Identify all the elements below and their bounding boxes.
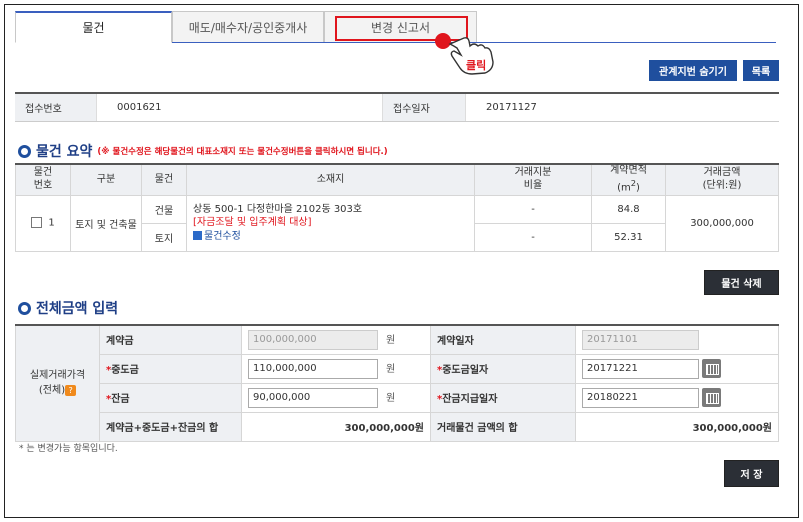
deposit-unit: 원 [386, 334, 396, 346]
actual-price-sub: (전체) [38, 385, 66, 397]
receipt-date-value: 20171127 [486, 102, 537, 113]
middle-date-input[interactable]: 20171221 [582, 358, 699, 379]
hide-share-button[interactable]: 관계지번 숨기기 [649, 60, 737, 81]
receipt-num-label: 접수번호 [15, 94, 97, 121]
middle-date-label: 중도금일자 [442, 365, 489, 376]
pointer-hand-icon [435, 33, 494, 75]
middle-payment-input[interactable]: 110,000,000 [248, 358, 378, 379]
calendar-icon[interactable] [702, 388, 721, 407]
sum-label: 계약금+중도금+잔금의 합 [99, 411, 242, 442]
col-price: 거래금액 (단위:원) [665, 163, 779, 196]
receipt-num-value: 0001621 [97, 94, 383, 121]
price-label: 거래금액 [703, 167, 741, 179]
section-bullet-icon [18, 144, 31, 158]
tab-parties[interactable]: 매도/매수자/공인중개사 [172, 11, 324, 43]
table-row: 1 토지 및 건축물 건물 상동 500-1 다정한마을 2102동 303호 … [15, 194, 779, 252]
middle-cell: 110,000,000 원 [241, 353, 431, 384]
help-icon[interactable]: ? [65, 384, 77, 396]
address-note: [자금조달 및 입주계획 대상] [193, 217, 312, 229]
save-button[interactable]: 저 장 [724, 460, 779, 487]
receipt-date-label: 접수일자 [383, 94, 466, 121]
calendar-icon[interactable] [702, 359, 721, 378]
col-area: 계약면적 (m2) [591, 163, 666, 196]
middle-label-cell: *중도금 [99, 353, 242, 384]
deposit-input: 100,000,000 [248, 329, 378, 350]
row-address-cell: 상동 500-1 다정한마을 2102동 303호 [자금조달 및 입주계획 대… [186, 194, 475, 252]
contract-date-cell: 20171101 [575, 324, 779, 355]
sum-value: 300,000,000원 [241, 411, 431, 442]
balance-date-label-cell: *잔금지급일자 [430, 382, 576, 413]
actual-price-label: 실제거래가격 [29, 370, 86, 382]
price-unit: (단위:원) [702, 179, 742, 191]
col-item: 물건 [141, 163, 187, 196]
row-area-1: 84.8 [591, 194, 666, 224]
row-no-cell: 1 [15, 194, 71, 252]
balance-label-cell: *잔금 [99, 382, 242, 413]
total-heading: 전체금액 입력 [18, 298, 118, 318]
balance-unit: 원 [386, 392, 396, 404]
row-item-building: 건물 [141, 194, 187, 224]
delete-item-button[interactable]: 물건 삭제 [704, 270, 779, 295]
col-address: 소재지 [186, 163, 475, 196]
balance-date-cell: 20180221 [575, 382, 779, 413]
deal-sum-label: 거래물건 금액의 합 [430, 411, 576, 442]
row-item-land: 토지 [141, 222, 187, 252]
edit-item-link[interactable]: 물건수정 [204, 231, 241, 242]
area-label: 계약면적 [610, 165, 647, 177]
col-share: 거래지분 비율 [474, 163, 592, 196]
row-no: 1 [48, 217, 55, 229]
deal-sum-value: 300,000,000원 [575, 411, 779, 442]
col-no: 물건 번호 [15, 163, 71, 196]
contract-date-input: 20171101 [582, 329, 699, 350]
middle-label: 중도금 [111, 365, 139, 376]
click-label: 클릭 [466, 59, 487, 72]
row-share-2: - [474, 222, 592, 252]
balance-date-label: 잔금지급일자 [442, 394, 498, 405]
summary-title: 물건 요약 [36, 144, 93, 160]
address-link[interactable]: 상동 500-1 다정한마을 2102동 303호 [193, 204, 362, 215]
section-bullet-icon [18, 301, 31, 315]
balance-input[interactable]: 90,000,000 [248, 387, 378, 408]
middle-date-cell: 20171221 [575, 353, 779, 384]
tab-item[interactable]: 물건 [15, 11, 172, 43]
contract-date-label: 계약일자 [430, 324, 576, 355]
total-amount-table: 실제거래가격 (전체)? 계약금 100,000,000 원 계약일자 20171… [15, 324, 779, 442]
col-type: 구분 [70, 163, 142, 196]
balance-label: 잔금 [111, 394, 130, 405]
summary-heading: 물건 요약 (※ 물건수정은 해당물건의 대표소재지 또는 물건수정버튼을 클릭… [18, 141, 388, 161]
receipt-row: 접수번호 0001621 접수일자 20171127 [15, 92, 779, 122]
actual-price-label-cell: 실제거래가격 (전체)? [15, 324, 100, 442]
row-price: 300,000,000 [665, 194, 779, 252]
deposit-cell: 100,000,000 원 [241, 324, 431, 355]
balance-date-input[interactable]: 20180221 [582, 387, 699, 408]
summary-note: (※ 물건수정은 해당물건의 대표소재지 또는 물건수정버튼을 클릭하시면 됩니… [97, 147, 388, 157]
item-summary-table: 물건 번호 구분 물건 소재지 거래지분 비율 계약면적 (m2) 거래금액 (단위… [15, 163, 779, 252]
footnote: * 는 변경가능 항목입니다. [19, 444, 118, 454]
middle-date-label-cell: *중도금일자 [430, 353, 576, 384]
middle-unit: 원 [386, 363, 396, 375]
edit-icon [193, 231, 202, 241]
area-unit: (m [617, 181, 631, 193]
total-title: 전체금액 입력 [36, 301, 119, 317]
row-type: 토지 및 건축물 [70, 194, 142, 252]
list-button[interactable]: 목록 [743, 60, 779, 81]
row-checkbox[interactable] [31, 217, 43, 229]
balance-cell: 90,000,000 원 [241, 382, 431, 413]
row-area-2: 52.31 [591, 222, 666, 252]
row-share-1: - [474, 194, 592, 224]
deposit-label: 계약금 [99, 324, 242, 355]
area-unit-close: ) [636, 181, 640, 193]
